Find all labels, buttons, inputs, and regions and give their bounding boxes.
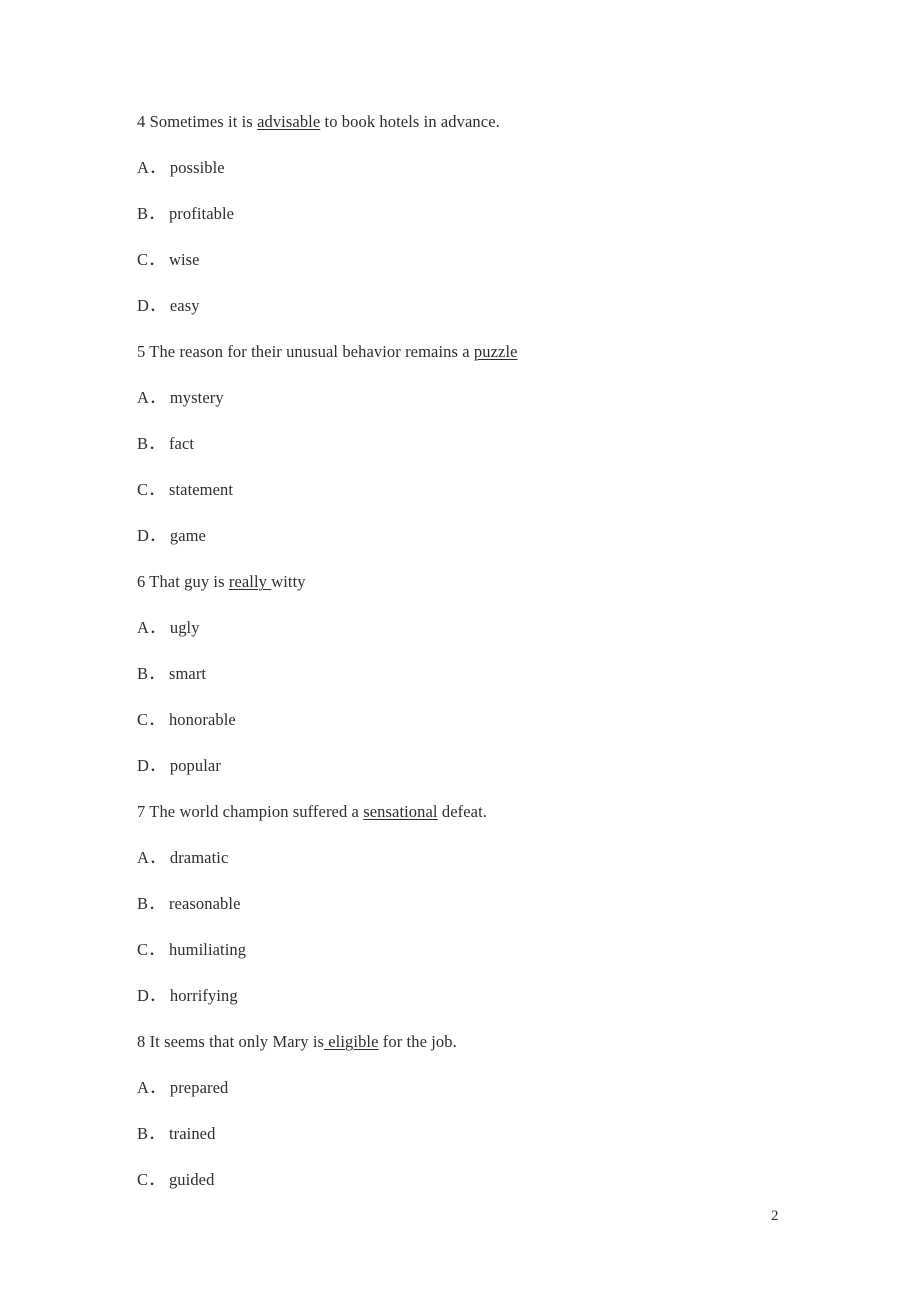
answer-option[interactable]: B． reasonable — [137, 894, 837, 913]
option-letter: C． — [137, 480, 165, 499]
question-stem: 8 It seems that only Mary is eligible fo… — [137, 1032, 837, 1051]
option-text: popular — [165, 756, 221, 775]
answer-option[interactable]: A． prepared — [137, 1078, 837, 1097]
option-text: dramatic — [165, 848, 229, 867]
question-underlined-word: sensational — [363, 802, 438, 821]
question-stem: 5 The reason for their unusual behavior … — [137, 342, 837, 361]
question-underlined-word: really — [228, 572, 272, 591]
option-letter: B． — [137, 204, 165, 223]
option-letter: C． — [137, 940, 165, 959]
question-stem-text-after: for the job. — [378, 1032, 457, 1051]
answer-option[interactable]: B． smart — [137, 664, 837, 683]
option-letter: A． — [137, 388, 166, 407]
question-underlined-word: advisable — [257, 112, 321, 131]
option-text: possible — [165, 158, 225, 177]
option-text: statement — [164, 480, 234, 499]
option-letter: D． — [137, 526, 166, 545]
option-text: mystery — [165, 388, 224, 407]
option-letter: D． — [137, 296, 166, 315]
question-stem: 6 That guy is really witty — [137, 572, 837, 591]
answer-option[interactable]: D． game — [137, 526, 837, 545]
answer-option[interactable]: A． ugly — [137, 618, 837, 637]
option-text: trained — [164, 1124, 216, 1143]
option-text: honorable — [164, 710, 236, 729]
question-stem-text-after: witty — [271, 572, 306, 591]
option-letter: D． — [137, 986, 166, 1005]
option-text: humiliating — [164, 940, 247, 959]
option-letter: A． — [137, 1078, 166, 1097]
question-stem-text-before: 4 Sometimes it is — [137, 112, 258, 131]
option-text: guided — [164, 1170, 215, 1189]
option-letter: B． — [137, 664, 165, 683]
option-letter: A． — [137, 618, 166, 637]
option-text: horrifying — [165, 986, 238, 1005]
option-text: profitable — [164, 204, 235, 223]
answer-option[interactable]: B． fact — [137, 434, 837, 453]
page-number: 2 — [771, 1208, 779, 1224]
question-stem: 7 The world champion suffered a sensatio… — [137, 802, 837, 821]
answer-option[interactable]: D． easy — [137, 296, 837, 315]
option-letter: B． — [137, 434, 165, 453]
answer-option[interactable]: A． mystery — [137, 388, 837, 407]
answer-option[interactable]: D． horrifying — [137, 986, 837, 1005]
option-text: wise — [164, 250, 200, 269]
answer-option[interactable]: C． humiliating — [137, 940, 837, 959]
option-text: reasonable — [164, 894, 241, 913]
option-letter: C． — [137, 710, 165, 729]
answer-option[interactable]: C． statement — [137, 480, 837, 499]
answer-option[interactable]: C． wise — [137, 250, 837, 269]
question-stem-text-before: 7 The world champion suffered a — [137, 802, 364, 821]
answer-option[interactable]: C． honorable — [137, 710, 837, 729]
question-stem-text-before: 5 The reason for their unusual behavior … — [137, 342, 474, 361]
option-text: easy — [165, 296, 200, 315]
option-letter: A． — [137, 848, 166, 867]
option-letter: B． — [137, 894, 165, 913]
answer-option[interactable]: B． profitable — [137, 204, 837, 223]
answer-option[interactable]: D． popular — [137, 756, 837, 775]
question-underlined-word: puzzle — [473, 342, 518, 361]
option-text: smart — [164, 664, 207, 683]
answer-option[interactable]: A． dramatic — [137, 848, 837, 867]
document-page: 4 Sometimes it is advisable to book hote… — [0, 0, 920, 1302]
option-text: ugly — [165, 618, 200, 637]
question-underlined-word: eligible — [324, 1032, 379, 1051]
answer-option[interactable]: C． guided — [137, 1170, 837, 1189]
option-letter: C． — [137, 1170, 165, 1189]
option-text: game — [165, 526, 206, 545]
question-stem-text-before: 8 It seems that only Mary is — [137, 1032, 325, 1051]
option-letter: D． — [137, 756, 166, 775]
question-stem-text-before: 6 That guy is — [137, 572, 229, 591]
option-text: prepared — [165, 1078, 229, 1097]
option-letter: A． — [137, 158, 166, 177]
question-stem: 4 Sometimes it is advisable to book hote… — [137, 112, 837, 131]
question-stem-text-after: defeat. — [437, 802, 487, 821]
option-letter: C． — [137, 250, 165, 269]
option-letter: B． — [137, 1124, 165, 1143]
question-stem-text-after: to book hotels in advance. — [320, 112, 500, 131]
document-body: 4 Sometimes it is advisable to book hote… — [137, 112, 837, 1216]
answer-option[interactable]: B． trained — [137, 1124, 837, 1143]
option-text: fact — [164, 434, 195, 453]
answer-option[interactable]: A． possible — [137, 158, 837, 177]
